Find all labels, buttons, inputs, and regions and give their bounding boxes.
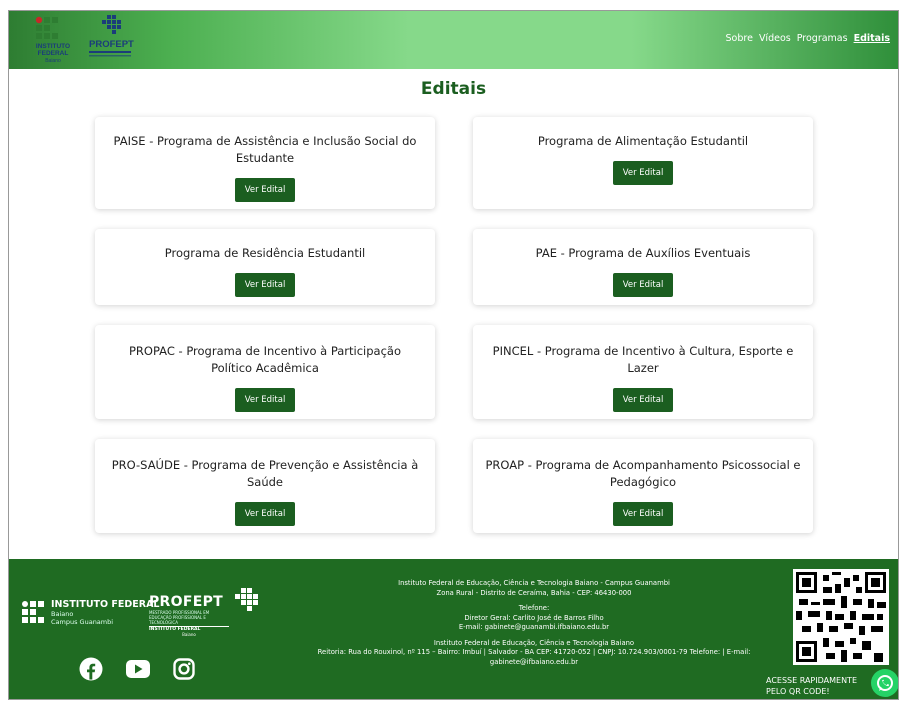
footer-line: Reitoria: Rua do Rouxinol, nº 115 – Bair… xyxy=(317,648,751,656)
instituto-federal-logo[interactable]: INSTITUTO FEDERAL Baiano xyxy=(31,15,79,65)
ver-edital-button[interactable]: Ver Edital xyxy=(612,388,674,412)
nav-sobre[interactable]: Sobre xyxy=(726,33,753,44)
footer-line: Telefone: xyxy=(518,604,550,612)
card-pae: PAE - Programa de Auxílios Eventuais Ver… xyxy=(473,229,813,305)
card-paise: PAISE - Programa de Assistência e Inclus… xyxy=(95,117,435,209)
footer-if-name: INSTITUTO FEDERAL xyxy=(51,599,160,610)
footer-profept-logo[interactable]: PROFEPT MESTRADO PROFISSIONAL EM EDUCAÇÃ… xyxy=(149,587,259,637)
card-residencia: Programa de Residência Estudantil Ver Ed… xyxy=(95,229,435,305)
footer-contact: Instituto Federal de Educação, Ciência e… xyxy=(274,579,794,673)
whatsapp-icon[interactable] xyxy=(871,669,898,697)
card-alimentacao: Programa de Alimentação Estudantil Ver E… xyxy=(473,117,813,209)
ver-edital-button[interactable]: Ver Edital xyxy=(612,161,674,185)
ver-edital-button[interactable]: Ver Edital xyxy=(234,502,296,526)
instagram-icon[interactable] xyxy=(173,658,195,680)
footer-line: E-mail: gabinete@guanambi.ifbaiano.edu.b… xyxy=(458,623,610,631)
footer-profept-sub: MESTRADO PROFISSIONAL EM EDUCAÇÃO PROFIS… xyxy=(149,610,210,625)
footer-line: Zona Rural - Distrito de Ceraíma, Bahia … xyxy=(436,588,632,597)
footer-if-sub2: Campus Guanambi xyxy=(51,618,114,626)
footer-line: Instituto Federal de Educação, Ciência e… xyxy=(398,579,670,587)
card-title: Programa de Residência Estudantil xyxy=(164,246,366,260)
nav-editais[interactable]: Editais xyxy=(854,33,890,44)
site-footer: INSTITUTO FEDERAL Baiano Campus Guanambi… xyxy=(9,559,898,699)
site-header: INSTITUTO FEDERAL Baiano PROFEPT Sobre V… xyxy=(9,11,898,69)
facebook-icon[interactable] xyxy=(79,657,103,681)
footer-profept-text: PROFEPT xyxy=(149,594,223,610)
page-frame: INSTITUTO FEDERAL Baiano PROFEPT Sobre V… xyxy=(8,10,899,700)
logo-if-line-2: FEDERAL xyxy=(38,50,69,57)
if-grid-icon xyxy=(22,600,44,623)
logo-profept-text: PROFEPT xyxy=(89,39,134,50)
nav-programas[interactable]: Programas xyxy=(797,33,848,44)
card-title: PAE - Programa de Auxílios Eventuais xyxy=(535,246,751,260)
card-title: Programa de Alimentação Estudantil xyxy=(537,134,749,148)
ver-edital-button[interactable]: Ver Edital xyxy=(234,273,296,297)
card-title: PROPAC - Programa de Incentivo à Partici… xyxy=(128,344,402,375)
ver-edital-button[interactable]: Ver Edital xyxy=(612,273,674,297)
card-title: PRO-SAÚDE - Programa de Prevenção e Assi… xyxy=(111,458,419,489)
logo-if-line-1: INSTITUTO xyxy=(36,43,70,50)
card-title: PAISE - Programa de Assistência e Inclus… xyxy=(113,134,417,165)
card-propac: PROPAC - Programa de Incentivo à Partici… xyxy=(95,325,435,419)
footer-line: Diretor Geral: Carlito José de Barros Fi… xyxy=(464,613,604,622)
card-proap: PROAP - Programa de Acompanhamento Psico… xyxy=(473,439,813,533)
footer-if-logo[interactable]: INSTITUTO FEDERAL Baiano Campus Guanambi xyxy=(21,599,159,626)
profept-logo[interactable]: PROFEPT xyxy=(87,13,147,65)
card-title: PROAP - Programa de Acompanhamento Psico… xyxy=(485,458,801,489)
card-title: PINCEL - Programa de Incentivo à Cultura… xyxy=(492,344,794,375)
card-pincel: PINCEL - Programa de Incentivo à Cultura… xyxy=(473,325,813,419)
social-links xyxy=(79,657,195,681)
qr-code-caption: ACESSE RAPIDAMENTE PELO QR CODE! xyxy=(766,676,857,696)
card-pro-saude: PRO-SAÚDE - Programa de Prevenção e Assi… xyxy=(95,439,435,533)
logo-if-line-3: Baiano xyxy=(45,58,61,64)
ver-edital-button[interactable]: Ver Edital xyxy=(234,388,296,412)
footer-profept-inst-sub: Baiano xyxy=(182,632,196,637)
page-title: Editais xyxy=(420,79,487,99)
footer-line: gabinete@ifbaiano.edu.br xyxy=(489,657,579,666)
nav-videos[interactable]: Vídeos xyxy=(759,33,791,44)
main-nav: Sobre Vídeos Programas Editais xyxy=(726,33,890,44)
qr-code[interactable] xyxy=(793,569,889,665)
youtube-icon[interactable] xyxy=(125,659,151,679)
ver-edital-button[interactable]: Ver Edital xyxy=(612,502,674,526)
profept-map-icon xyxy=(235,588,258,611)
footer-line: Instituto Federal de Educação, Ciência e… xyxy=(433,638,635,647)
ver-edital-button[interactable]: Ver Edital xyxy=(234,178,296,202)
footer-if-sub1: Baiano xyxy=(51,610,74,618)
